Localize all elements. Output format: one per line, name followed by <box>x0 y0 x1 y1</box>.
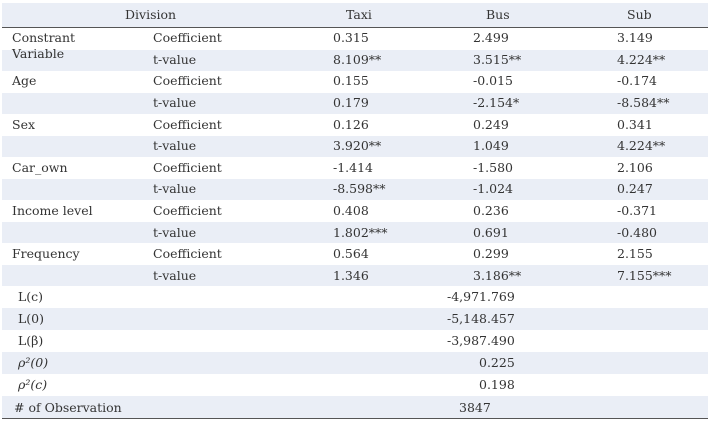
summary-row <box>2 352 708 374</box>
taxi-tval: -8.598** <box>333 181 386 196</box>
taxi-coef: 0.564 <box>333 246 369 261</box>
taxi-coef: -1.414 <box>333 160 374 175</box>
bus-tval: -2.154* <box>473 95 520 110</box>
taxi-coef: 0.315 <box>333 30 369 45</box>
tval-label: t-value <box>153 225 197 240</box>
bus-coef: 0.299 <box>473 246 509 261</box>
summary-label: L(c) <box>18 289 44 304</box>
coef-label: Coefficient <box>153 30 222 45</box>
summary-row <box>2 287 708 308</box>
summary-label: ρ²(c) <box>18 377 48 392</box>
tval-label: t-value <box>153 52 197 67</box>
sub-tval: 0.247 <box>617 181 653 196</box>
tval-label: t-value <box>153 138 197 153</box>
summary-row <box>2 330 708 352</box>
variable-label: Variable <box>12 46 65 61</box>
variable-label: Frequency <box>12 246 80 261</box>
taxi-tval: 8.109** <box>333 52 382 67</box>
results-table: Division Taxi Bus Sub Constrant Variable… <box>0 0 712 423</box>
summary-value: -5,148.457 <box>447 311 515 326</box>
coef-label: Coefficient <box>153 117 222 132</box>
sub-coef: 2.106 <box>617 160 653 175</box>
variable-label: Sex <box>12 117 36 132</box>
variable-label: Income level <box>12 203 93 218</box>
taxi-coef: 0.126 <box>333 117 369 132</box>
summary-value: -4,971.769 <box>447 289 515 304</box>
summary-row <box>2 308 708 330</box>
header-division: Division <box>125 7 177 22</box>
bus-coef: 0.249 <box>473 117 509 132</box>
summary-label: L(0) <box>18 311 45 326</box>
sub-tval: 4.224** <box>617 138 666 153</box>
summary-value: 0.225 <box>479 355 515 370</box>
taxi-coef: 0.408 <box>333 203 369 218</box>
bus-coef: 2.499 <box>473 30 509 45</box>
sub-coef: 0.341 <box>617 117 653 132</box>
sub-tval: -8.584** <box>617 95 670 110</box>
header-taxi: Taxi <box>346 7 372 22</box>
sub-tval: 7.155*** <box>617 268 672 283</box>
coef-label: Coefficient <box>153 160 222 175</box>
variable-label: Age <box>12 73 37 88</box>
table-bottom-border <box>2 418 708 419</box>
summary-row <box>2 374 708 396</box>
taxi-tval: 0.179 <box>333 95 369 110</box>
bus-tval: -1.024 <box>473 181 514 196</box>
coef-label: Coefficient <box>153 73 222 88</box>
coef-label: Coefficient <box>153 203 222 218</box>
summary-label: # of Observation <box>14 400 122 415</box>
sub-coef: 3.149 <box>617 30 653 45</box>
variable-label: Car_own <box>12 160 68 175</box>
tval-label: t-value <box>153 181 197 196</box>
summary-value: 3847 <box>459 400 491 415</box>
variable-label: Constrant <box>12 30 76 45</box>
bus-tval: 3.515** <box>473 52 522 67</box>
tval-label: t-value <box>153 268 197 283</box>
bus-coef: -0.015 <box>473 73 514 88</box>
taxi-tval: 3.920** <box>333 138 382 153</box>
summary-label: L(β) <box>18 333 44 348</box>
sub-coef: -0.371 <box>617 203 658 218</box>
sub-tval: -0.480 <box>617 225 658 240</box>
bus-coef: -1.580 <box>473 160 514 175</box>
taxi-coef: 0.155 <box>333 73 369 88</box>
bus-tval: 1.049 <box>473 138 509 153</box>
summary-value: -3,987.490 <box>447 333 515 348</box>
sub-coef: 2.155 <box>617 246 653 261</box>
header-sub: Sub <box>627 7 652 22</box>
bus-coef: 0.236 <box>473 203 509 218</box>
tval-label: t-value <box>153 95 197 110</box>
sub-coef: -0.174 <box>617 73 658 88</box>
bus-tval: 0.691 <box>473 225 509 240</box>
coef-label: Coefficient <box>153 246 222 261</box>
sub-tval: 4.224** <box>617 52 666 67</box>
taxi-tval: 1.346 <box>333 268 369 283</box>
summary-label: ρ²(0) <box>18 355 49 370</box>
bus-tval: 3.186** <box>473 268 522 283</box>
taxi-tval: 1.802*** <box>333 225 388 240</box>
summary-value: 0.198 <box>479 377 515 392</box>
header-bus: Bus <box>486 7 510 22</box>
